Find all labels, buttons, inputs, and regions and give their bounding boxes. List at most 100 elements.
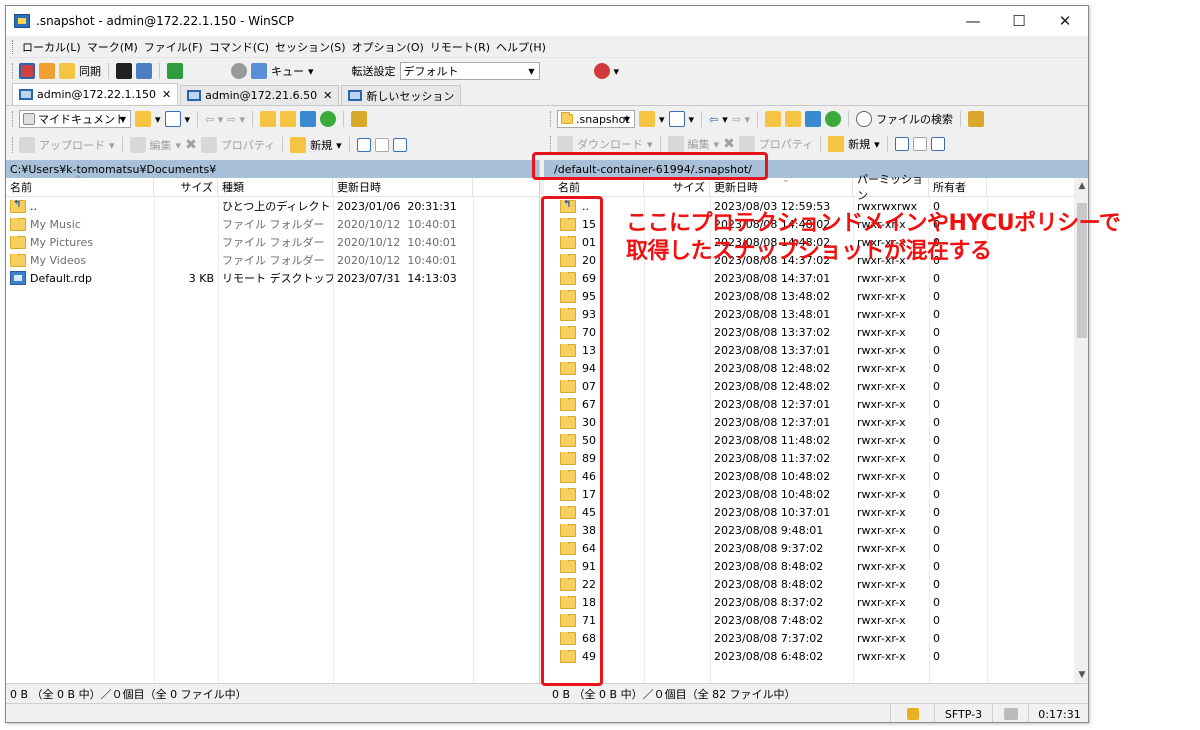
table-row[interactable]: 95 2023/08/08 13:48:02 rwxr-xr-x 0 — [544, 287, 1088, 305]
queue-dropdown-icon[interactable]: ▾ — [308, 65, 314, 78]
table-row[interactable]: 17 2023/08/08 10:48:02 rwxr-xr-x 0 — [544, 485, 1088, 503]
forward-arrow-icon[interactable]: ⇨ ▾ — [732, 113, 750, 126]
table-row[interactable]: 94 2023/08/08 12:48:02 rwxr-xr-x 0 — [544, 359, 1088, 377]
col-modified[interactable]: 更新日時 — [333, 177, 473, 197]
filter-icon[interactable] — [164, 111, 181, 127]
delete-icon[interactable]: ✖ — [723, 136, 735, 152]
back-arrow-icon[interactable]: ⇦ — [709, 113, 718, 126]
table-row[interactable]: Default.rdp3 KBリモート デスクトップ...2023/07/31 … — [6, 269, 539, 287]
home-icon[interactable] — [300, 111, 317, 127]
select-minus-icon[interactable] — [912, 137, 927, 151]
edit-icon[interactable] — [667, 136, 684, 152]
edit-button[interactable]: 編集 — [150, 137, 172, 153]
edit-icon[interactable] — [129, 137, 146, 153]
download-icon[interactable] — [557, 136, 573, 152]
minimize-button[interactable]: — — [950, 6, 996, 36]
menu-help[interactable]: ヘルプ(H) — [493, 39, 549, 55]
col-owner[interactable]: 所有者 — [929, 177, 987, 197]
col-size[interactable]: サイズ — [154, 177, 218, 197]
table-row[interactable]: 50 2023/08/08 11:48:02 rwxr-xr-x 0 — [544, 431, 1088, 449]
queue-button[interactable]: キュー — [271, 63, 304, 79]
table-row[interactable]: 30 2023/08/08 12:37:01 rwxr-xr-x 0 — [544, 413, 1088, 431]
table-row[interactable]: 93 2023/08/08 13:48:01 rwxr-xr-x 0 — [544, 305, 1088, 323]
queue-icon[interactable] — [251, 63, 267, 79]
upload-button[interactable]: アップロード — [39, 137, 105, 153]
parent-dir-icon[interactable] — [260, 111, 277, 127]
sync-browse-icon[interactable] — [39, 63, 55, 79]
select-plus-icon[interactable] — [356, 138, 371, 152]
root-dir-icon[interactable] — [785, 111, 802, 127]
select-minus-icon[interactable] — [374, 138, 389, 152]
table-row[interactable]: 70 2023/08/08 13:37:02 rwxr-xr-x 0 — [544, 323, 1088, 341]
right-location-select[interactable]: .snapshot ▼ — [557, 110, 635, 128]
table-row[interactable]: 64 2023/08/08 9:37:02 rwxr-xr-x 0 — [544, 539, 1088, 557]
find-files-button[interactable]: ファイルの検索 — [876, 111, 953, 127]
root-dir-icon[interactable] — [280, 111, 297, 127]
table-row[interactable]: 67 2023/08/08 12:37:01 rwxr-xr-x 0 — [544, 395, 1088, 413]
tab-new-session[interactable]: 新しいセッション — [341, 85, 462, 105]
left-location-select[interactable]: マイドキュメント ▼ — [19, 110, 131, 128]
table-row[interactable]: 69 2023/08/08 14:37:01 rwxr-xr-x 0 — [544, 269, 1088, 287]
new-button[interactable]: 新規 — [310, 137, 332, 153]
tab-session-1[interactable]: admin@172.22.1.150 ✕ — [12, 83, 179, 105]
menu-local[interactable]: ローカル(L) — [19, 39, 84, 55]
refresh-session-icon[interactable] — [167, 63, 183, 79]
select-filter-icon[interactable] — [930, 137, 945, 151]
properties-icon[interactable] — [738, 136, 755, 152]
table-row[interactable]: 18 2023/08/08 8:37:02 rwxr-xr-x 0 — [544, 593, 1088, 611]
table-row[interactable]: ..ひとつ上のディレクトリ2023/01/06 20:31:31 — [6, 197, 539, 215]
console-icon[interactable] — [116, 63, 132, 79]
new-button[interactable]: 新規 — [848, 136, 870, 152]
scroll-down-icon[interactable]: ▼ — [1074, 667, 1088, 683]
table-row[interactable]: My Music ファイル フォルダー 2020/10/12 10:40:01 — [6, 215, 539, 233]
scroll-up-icon[interactable]: ▲ — [1074, 178, 1088, 194]
properties-button[interactable]: プロパティ — [221, 137, 275, 153]
tab-close-icon[interactable]: ✕ — [323, 89, 332, 102]
table-row[interactable]: 68 2023/08/08 7:37:02 rwxr-xr-x 0 — [544, 629, 1088, 647]
table-row[interactable]: 49 2023/08/08 6:48:02 rwxr-xr-x 0 — [544, 647, 1088, 665]
select-plus-icon[interactable] — [894, 137, 909, 151]
menu-remote[interactable]: リモート(R) — [427, 39, 493, 55]
col-type[interactable]: 種類 — [218, 177, 333, 197]
tab-close-icon[interactable]: ✕ — [162, 88, 171, 101]
network-dropdown-icon[interactable]: ▾ — [614, 65, 620, 78]
menu-mark[interactable]: マーク(M) — [84, 39, 141, 55]
close-button[interactable]: ✕ — [1042, 6, 1088, 36]
tree-icon[interactable] — [968, 111, 985, 127]
table-row[interactable]: My Videos ファイル フォルダー 2020/10/12 10:40:01 — [6, 251, 539, 269]
transfer-settings-select[interactable]: デフォルト ▼ — [399, 62, 540, 80]
col-size[interactable]: サイズ — [644, 177, 710, 197]
putty-icon[interactable] — [136, 63, 152, 79]
compare-dirs-icon[interactable] — [19, 63, 35, 79]
sync-button[interactable]: 同期 — [79, 63, 101, 79]
home-icon[interactable] — [805, 111, 822, 127]
new-icon[interactable] — [828, 136, 845, 152]
parent-dir-icon[interactable] — [765, 111, 782, 127]
col-permissions[interactable]: パーミッション — [853, 173, 929, 202]
properties-button[interactable]: プロパティ — [759, 136, 813, 152]
tab-session-2[interactable]: admin@172.21.6.50 ✕ — [180, 85, 340, 105]
menu-session[interactable]: セッション(S) — [272, 39, 349, 55]
preferences-gear-icon[interactable] — [231, 63, 247, 79]
download-button[interactable]: ダウンロード — [577, 136, 643, 152]
col-name[interactable]: 名前 — [544, 177, 644, 197]
tree-icon[interactable] — [351, 111, 368, 127]
find-files-icon[interactable] — [856, 111, 873, 127]
menu-file[interactable]: ファイル(F) — [141, 39, 206, 55]
table-row[interactable]: 71 2023/08/08 7:48:02 rwxr-xr-x 0 — [544, 611, 1088, 629]
maximize-button[interactable]: ☐ — [996, 6, 1042, 36]
local-path[interactable]: C:¥Users¥k-tomomatsu¥Documents¥ — [6, 160, 539, 178]
new-icon[interactable] — [290, 137, 307, 153]
menu-options[interactable]: オプション(O) — [349, 39, 427, 55]
refresh-icon[interactable] — [320, 111, 337, 127]
table-row[interactable]: 45 2023/08/08 10:37:01 rwxr-xr-x 0 — [544, 503, 1088, 521]
refresh-icon[interactable] — [825, 111, 842, 127]
table-row[interactable]: 46 2023/08/08 10:48:02 rwxr-xr-x 0 — [544, 467, 1088, 485]
table-row[interactable]: 38 2023/08/08 9:48:01 rwxr-xr-x 0 — [544, 521, 1088, 539]
filter-icon[interactable] — [668, 111, 685, 127]
select-filter-icon[interactable] — [392, 138, 407, 152]
delete-icon[interactable]: ✖ — [185, 137, 197, 153]
table-row[interactable]: 22 2023/08/08 8:48:02 rwxr-xr-x 0 — [544, 575, 1088, 593]
upload-icon[interactable] — [19, 137, 35, 153]
edit-button[interactable]: 編集 — [688, 136, 710, 152]
